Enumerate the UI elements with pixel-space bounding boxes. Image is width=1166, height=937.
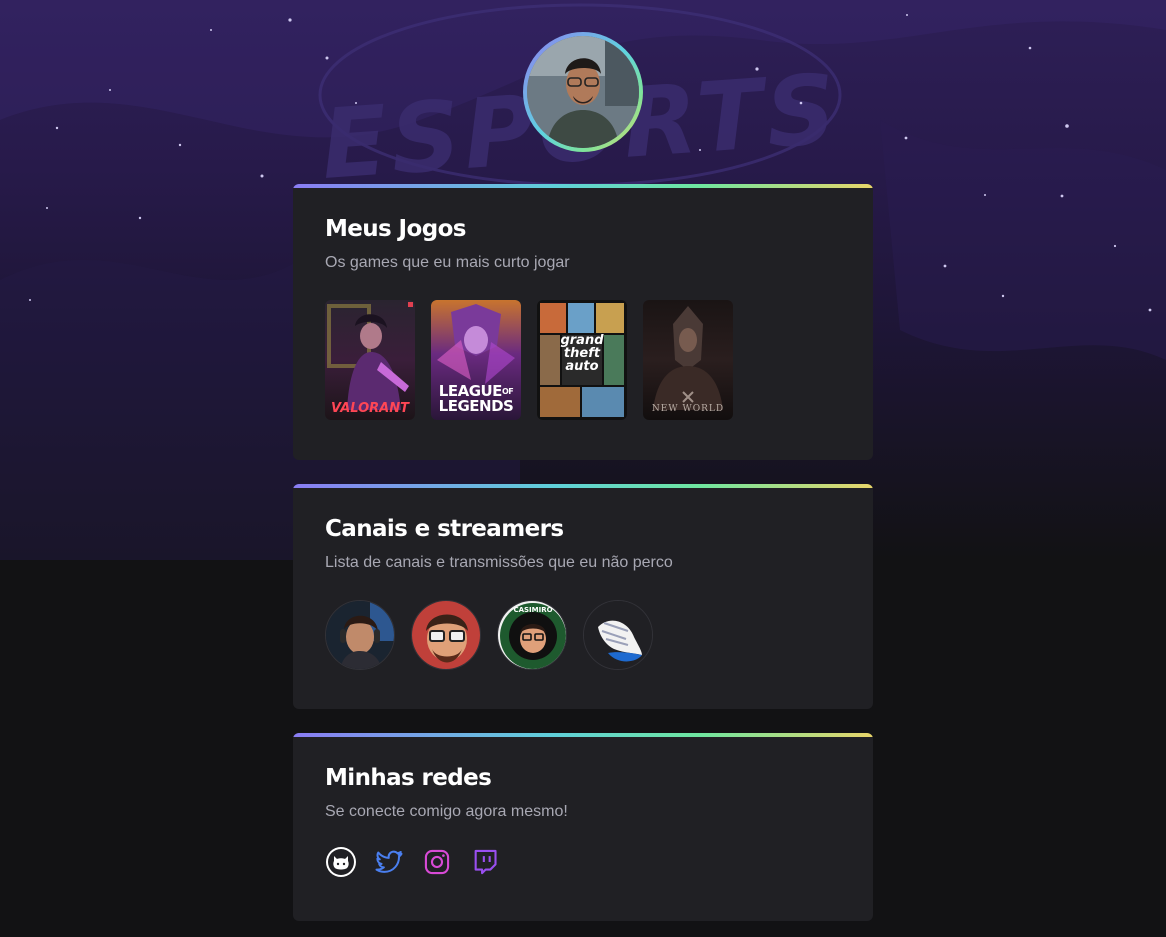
socials-card-title: Minhas redes (325, 765, 492, 791)
streamers-card: Canais e streamers Lista de canais e tra… (293, 484, 873, 709)
streamers-list: CASIMIRO (325, 600, 653, 670)
games-card: Meus Jogos Os games que eu mais curto jo… (293, 184, 873, 460)
lol-title-of: OF (501, 387, 514, 396)
instagram-link[interactable] (421, 848, 453, 880)
profile-avatar-ring (523, 32, 643, 152)
streamers-card-title: Canais e streamers (325, 516, 564, 542)
games-card-subtitle: Os games que eu mais curto jogar (325, 254, 570, 271)
streamer-avatar-casimiro[interactable]: CASIMIRO (497, 600, 567, 670)
profile-avatar (527, 36, 639, 148)
games-list: VALORANT LEAGUEOF LEGENDS grand theft au… (325, 300, 733, 420)
lol-title-line2: LEGENDS (438, 397, 514, 415)
game-cover-gta-v[interactable]: grand theft auto (537, 300, 627, 420)
twitch-link[interactable] (469, 848, 501, 880)
github-icon (325, 846, 357, 883)
instagram-icon (423, 848, 451, 881)
casimiro-badge-text: CASIMIRO (513, 606, 552, 614)
streamer-avatar-2[interactable] (411, 600, 481, 670)
streamer-avatar-1[interactable] (325, 600, 395, 670)
streamers-card-subtitle: Lista de canais e transmissões que eu nã… (325, 554, 673, 571)
gta-title-line3: auto (565, 359, 599, 374)
twitch-icon (471, 848, 499, 881)
socials-card-subtitle: Se conecte comigo agora mesmo! (325, 803, 568, 820)
valorant-title: VALORANT (331, 401, 409, 416)
twitter-icon (374, 847, 404, 882)
socials-list (325, 846, 501, 883)
game-cover-new-world[interactable]: NEW WORLD (643, 300, 733, 420)
game-cover-valorant[interactable]: VALORANT (325, 300, 415, 420)
game-cover-league-of-legends[interactable]: LEAGUEOF LEGENDS (431, 300, 521, 420)
github-link[interactable] (325, 846, 357, 883)
twitter-link[interactable] (373, 848, 405, 880)
socials-card: Minhas redes Se conecte comigo agora mes… (293, 733, 873, 921)
games-card-title: Meus Jogos (325, 216, 466, 242)
new-world-title: NEW WORLD (651, 404, 725, 414)
streamer-avatar-winged[interactable] (583, 600, 653, 670)
